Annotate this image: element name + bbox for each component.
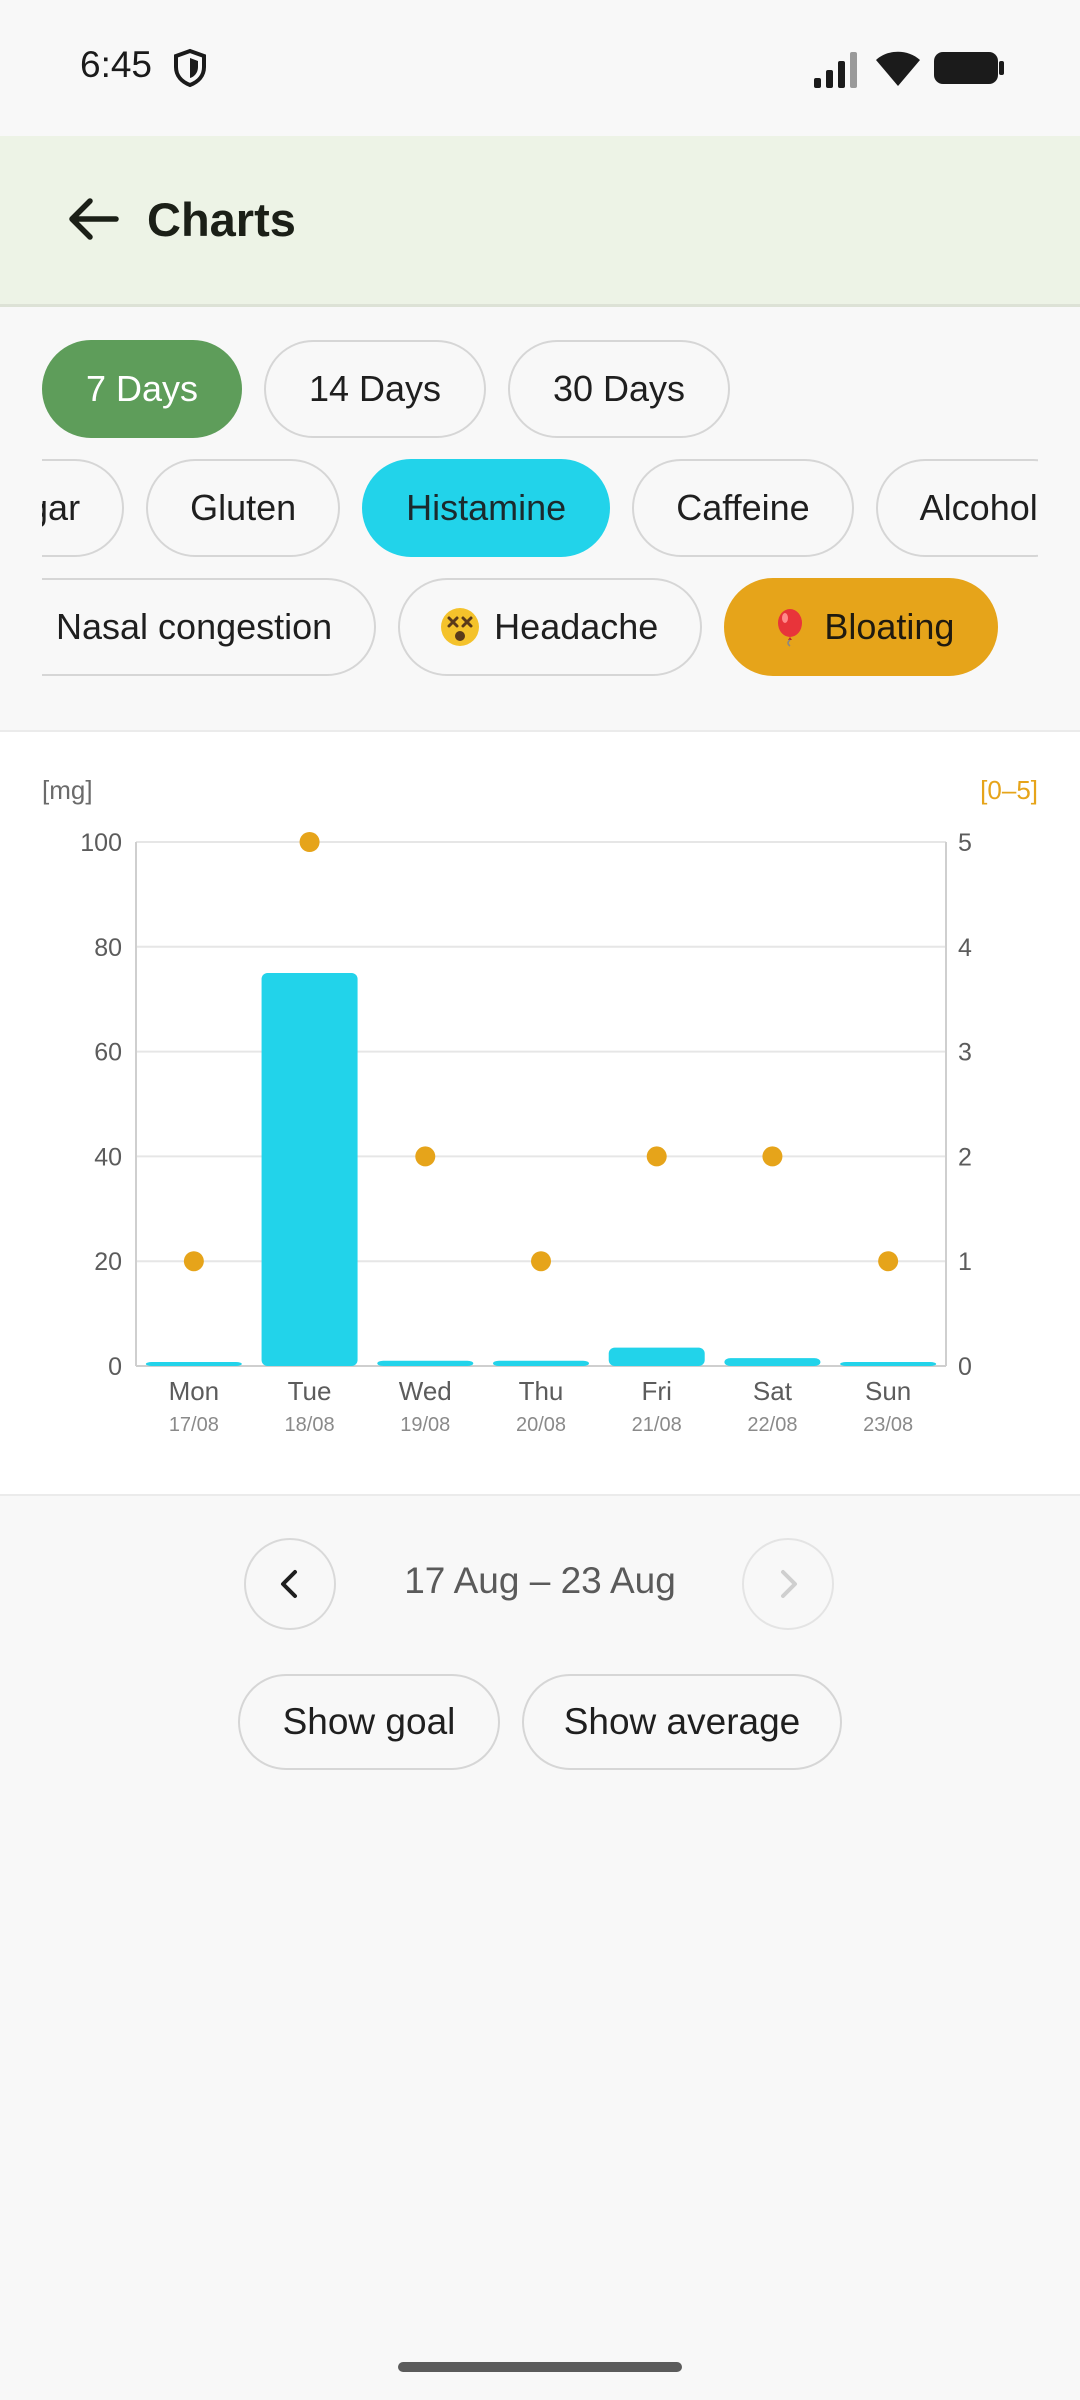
x-date-label: 20/08 — [516, 1414, 566, 1436]
right-axis-range-label: [0–5] — [980, 775, 1038, 805]
histamine-bloating-chart: [mg] [0–5] 0 20 40 60 80 100 0 1 2 3 4 5 Mon 17/08 Tue… — [42, 775, 1038, 1436]
x-date-label: 18/08 — [285, 1414, 335, 1436]
symptom-chip-row[interactable]: Nasal congestion Headache Bloating — [42, 578, 1038, 676]
battery-icon — [934, 52, 1004, 84]
date-range-label: 17 Aug – 23 Aug — [404, 1560, 676, 1601]
x-date-label: 17/08 — [169, 1414, 219, 1436]
signal-icon — [814, 52, 857, 88]
chevron-right-icon — [781, 1570, 797, 1598]
x-day-label: Mon — [169, 1376, 220, 1406]
shield-icon — [174, 48, 206, 88]
left-axis-unit-label: [mg] — [42, 775, 93, 805]
chart-card: [mg] [0–5] 0 20 40 60 80 100 0 1 2 3 4 5 Mon 17/08 Tue… — [0, 730, 1080, 1496]
chip-headache[interactable]: Headache — [398, 578, 703, 676]
bar-series — [145, 973, 937, 1366]
dot — [299, 832, 320, 852]
left-tick-label: 80 — [94, 934, 122, 962]
x-day-label: Thu — [519, 1376, 564, 1406]
chip-14-days[interactable]: 14 Days — [264, 340, 486, 438]
chevron-left-icon — [281, 1570, 297, 1598]
x-date-label: 19/08 — [400, 1414, 450, 1436]
x-day-label: Tue — [288, 1376, 332, 1406]
chip-30-days[interactable]: 30 Days — [508, 340, 730, 438]
dizzy-face-emoji-icon — [441, 608, 480, 646]
dot — [646, 1146, 667, 1167]
ingredient-chip-row[interactable]: Sugar Gluten Histamine Caffeine Alcohol — [42, 459, 1038, 557]
x-date-label: 22/08 — [747, 1414, 797, 1436]
next-week-button[interactable] — [742, 1538, 834, 1630]
chip-bloating[interactable]: Bloating — [724, 578, 999, 676]
right-tick-label: 2 — [958, 1143, 972, 1171]
wifi-icon — [876, 51, 920, 86]
x-day-label: Sat — [753, 1376, 793, 1406]
chip-histamine[interactable]: Histamine — [362, 459, 611, 557]
dot — [415, 1146, 436, 1167]
dot — [878, 1251, 899, 1272]
show-average-button[interactable]: Show average — [522, 1674, 842, 1770]
show-goal-button[interactable]: Show goal — [238, 1674, 500, 1770]
chip-caffeine[interactable]: Caffeine — [632, 459, 854, 557]
chip-alcohol[interactable]: Alcohol — [875, 459, 1038, 557]
left-tick-label: 100 — [80, 829, 122, 857]
x-day-label: Fri — [642, 1376, 672, 1406]
x-day-label: Wed — [399, 1376, 452, 1406]
bar — [377, 1360, 474, 1366]
status-time: 6:45 — [80, 44, 153, 85]
app-bar: Charts — [0, 136, 1080, 307]
left-tick-label: 20 — [94, 1248, 122, 1276]
x-date-label: 23/08 — [863, 1414, 913, 1436]
axis-labels: 0 20 40 60 80 100 0 1 2 3 4 5 Mon 17/08 Tue 18/08 Wed 19/… — [80, 829, 972, 1436]
chip-gluten[interactable]: Gluten — [146, 459, 341, 557]
page-title: Charts — [147, 193, 296, 246]
bar — [724, 1358, 821, 1366]
dot — [531, 1251, 551, 1272]
back-arrow-icon[interactable] — [60, 186, 126, 252]
home-indicator[interactable] — [398, 2362, 682, 2372]
chip-sugar[interactable]: Sugar — [42, 459, 125, 557]
right-tick-label: 0 — [958, 1353, 972, 1381]
bar — [493, 1360, 589, 1366]
right-tick-label: 5 — [958, 829, 972, 857]
previous-week-button[interactable] — [244, 1538, 336, 1630]
x-date-label: 21/08 — [632, 1414, 682, 1436]
bar — [608, 1347, 705, 1366]
period-chip-row: 7 Days 14 Days 30 Days — [42, 340, 1038, 438]
chip-nasal-congestion[interactable]: Nasal congestion — [42, 578, 377, 676]
dot — [183, 1251, 204, 1272]
bar — [145, 1362, 242, 1366]
right-tick-label: 3 — [958, 1039, 972, 1067]
grid-lines — [135, 841, 947, 1367]
status-bar: 6:45 — [0, 0, 1080, 136]
balloon-emoji-icon — [778, 609, 803, 647]
dot — [762, 1146, 783, 1167]
x-day-label: Sun — [865, 1376, 911, 1406]
right-tick-label: 4 — [958, 934, 972, 962]
chip-7-days[interactable]: 7 Days — [42, 340, 242, 438]
bar — [840, 1362, 937, 1366]
right-tick-label: 1 — [958, 1248, 972, 1276]
left-tick-label: 40 — [94, 1143, 122, 1171]
bar — [261, 973, 358, 1366]
left-tick-label: 0 — [108, 1353, 122, 1381]
left-tick-label: 60 — [94, 1039, 122, 1067]
